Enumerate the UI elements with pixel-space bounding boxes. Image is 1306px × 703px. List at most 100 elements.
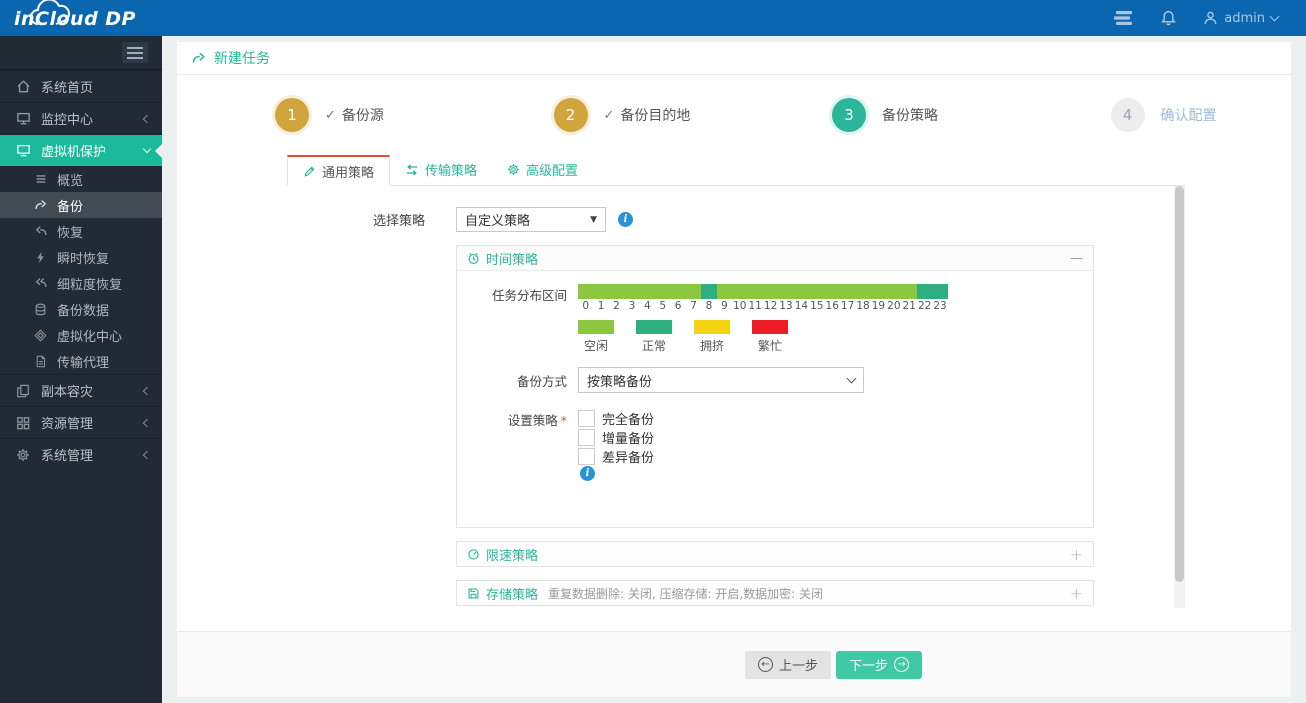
legend-item-idle: 空闲 (578, 320, 614, 354)
scrollbar-track[interactable] (1174, 186, 1185, 608)
sidebar-item-label: 瞬时恢复 (57, 251, 110, 267)
hour-segment-4[interactable] (639, 284, 656, 299)
hour-segment-12[interactable] (763, 284, 779, 299)
checkbox-incremental-backup[interactable]: 增量备份 (578, 428, 654, 447)
backup-mode-select[interactable]: 按策略备份 (578, 367, 864, 393)
checkbox[interactable] (578, 429, 595, 446)
sidebar-item-system-mgmt[interactable]: 系统管理 (0, 438, 162, 470)
tab-advanced-config[interactable]: 高级配置 (492, 154, 593, 185)
scrollbar-thumb[interactable] (1175, 186, 1184, 582)
sidebar-item-restore[interactable]: 恢复 (0, 218, 162, 244)
expand-plus-icon[interactable]: + (1070, 545, 1083, 564)
sidebar-item-replica-dr[interactable]: 副本容灾 (0, 374, 162, 406)
sidebar-item-backup[interactable]: 备份 (0, 192, 162, 218)
tab-general-policy[interactable]: 通用策略 (287, 155, 391, 186)
expand-plus-icon[interactable]: + (1070, 584, 1083, 603)
hour-segment-16[interactable] (824, 284, 841, 299)
sidebar-item-monitor-center[interactable]: 监控中心 (0, 102, 162, 134)
task-distribution-label: 任务分布区间 (491, 288, 567, 303)
step-backup-source[interactable]: 1 ✓ 备份源 (177, 98, 456, 132)
hour-segment-9[interactable] (716, 284, 733, 299)
legend-item-crowded: 拥挤 (694, 320, 730, 354)
wizard-steps: 1 ✓ 备份源 2 ✓ 备份目的地 3 备份策略 4 确认配置 (177, 83, 1291, 147)
checkbox-label: 增量备份 (602, 432, 655, 447)
hour-label: 2 (613, 300, 620, 312)
document-icon (33, 355, 48, 368)
next-step-button[interactable]: 下一步 → (836, 650, 923, 679)
bell-icon[interactable] (1160, 9, 1177, 27)
sidebar-item-label: 恢复 (57, 225, 84, 241)
info-icon[interactable]: i (618, 212, 633, 227)
hour-segment-14[interactable] (793, 284, 810, 299)
app-logo: inCloud DP (0, 0, 200, 36)
hour-segment-5[interactable] (655, 284, 671, 299)
sidebar-item-instant-restore[interactable]: 瞬时恢复 (0, 244, 162, 270)
hour-segment-18[interactable] (855, 284, 872, 299)
hour-segment-20[interactable] (886, 284, 902, 299)
hour-label: 19 (871, 300, 886, 312)
task-queue-icon[interactable] (1114, 10, 1134, 26)
sidebar-item-home[interactable]: 系统首页 (0, 70, 162, 102)
hour-segment-19[interactable] (871, 284, 887, 299)
hour-label: 12 (763, 300, 778, 312)
hour-label: 22 (917, 300, 932, 312)
hour-segment-21[interactable] (901, 284, 918, 299)
checkbox[interactable] (578, 410, 595, 427)
hour-segment-1[interactable] (593, 284, 609, 299)
menu-toggle-icon[interactable] (122, 42, 148, 63)
hour-segment-6[interactable] (670, 284, 686, 299)
hour-segment-15[interactable] (809, 284, 825, 299)
speed-limit-policy-panel[interactable]: 限速策略 + (456, 541, 1094, 567)
chevron-left-icon (142, 450, 152, 459)
hour-label: 23 (933, 300, 947, 312)
lightning-icon (33, 251, 48, 264)
hour-segment-11[interactable] (747, 284, 764, 299)
step-backup-destination[interactable]: 2 ✓ 备份目的地 (456, 98, 735, 132)
sidebar-item-vm-protection[interactable]: 虚拟机保护 (0, 134, 162, 166)
prev-step-button[interactable]: ← 上一步 (745, 650, 832, 679)
hour-segment-0[interactable] (578, 284, 594, 299)
checkbox-full-backup[interactable]: 完全备份 (578, 409, 654, 428)
policy-select-value: 自定义策略 (465, 214, 531, 229)
sidebar-item-overview[interactable]: 概览 (0, 166, 162, 192)
main-content: 新建任务 1 ✓ 备份源 2 ✓ 备份目的地 3 备份策略 4 确认配置 通用策略 (177, 42, 1291, 697)
hour-segment-17[interactable] (840, 284, 856, 299)
hour-segment-3[interactable] (624, 284, 640, 299)
checkbox-label: 差异备份 (602, 451, 655, 466)
hour-segment-23[interactable] (932, 284, 949, 299)
sidebar-item-backup-data[interactable]: 备份数据 (0, 296, 162, 322)
alarm-clock-icon (467, 252, 480, 265)
sidebar-item-label: 资源管理 (41, 417, 94, 432)
step-confirm-config[interactable]: 4 确认配置 (1013, 98, 1292, 132)
tab-label: 通用策略 (322, 165, 375, 181)
info-icon[interactable]: i (580, 466, 595, 481)
sidebar-item-virtualization-center[interactable]: 虚拟化中心 (0, 322, 162, 348)
hour-segment-10[interactable] (732, 284, 748, 299)
step-backup-policy[interactable]: 3 备份策略 (734, 98, 1013, 132)
sidebar-item-resource-mgmt[interactable]: 资源管理 (0, 406, 162, 438)
chevron-down-icon (1269, 11, 1280, 22)
hour-segment-8[interactable] (701, 284, 717, 299)
time-policy-header[interactable]: 时间策略 — (457, 246, 1093, 271)
user-menu[interactable]: admin (1203, 10, 1280, 26)
checkbox[interactable] (578, 448, 595, 465)
hour-segment-22[interactable] (917, 284, 933, 299)
hour-segment-2[interactable] (608, 284, 625, 299)
undo-arrow-icon (33, 224, 48, 238)
hour-segment-13[interactable] (778, 284, 794, 299)
legend-swatch (578, 320, 614, 334)
tab-transfer-policy[interactable]: 传输策略 (390, 154, 492, 185)
share-arrow-icon (33, 198, 48, 212)
hour-label: 11 (748, 300, 762, 312)
policy-select[interactable]: 自定义策略 ▼ (456, 207, 606, 232)
collapse-icon[interactable]: — (1070, 251, 1083, 266)
caret-down-icon: ▼ (590, 214, 597, 225)
sidebar-item-granular-restore[interactable]: 细粒度恢复 (0, 270, 162, 296)
storage-policy-panel[interactable]: 存储策略 重复数据删除: 关闭, 压缩存储: 开启,数据加密: 关闭 + (456, 580, 1094, 606)
hour-segment-7[interactable] (685, 284, 702, 299)
checkbox-differential-backup[interactable]: 差异备份 (578, 447, 654, 466)
sidebar-item-label: 系统首页 (41, 81, 94, 96)
legend-item-normal: 正常 (636, 320, 672, 354)
topbar: inCloud DP admin (0, 0, 1306, 36)
sidebar-item-transfer-agent[interactable]: 传输代理 (0, 348, 162, 374)
